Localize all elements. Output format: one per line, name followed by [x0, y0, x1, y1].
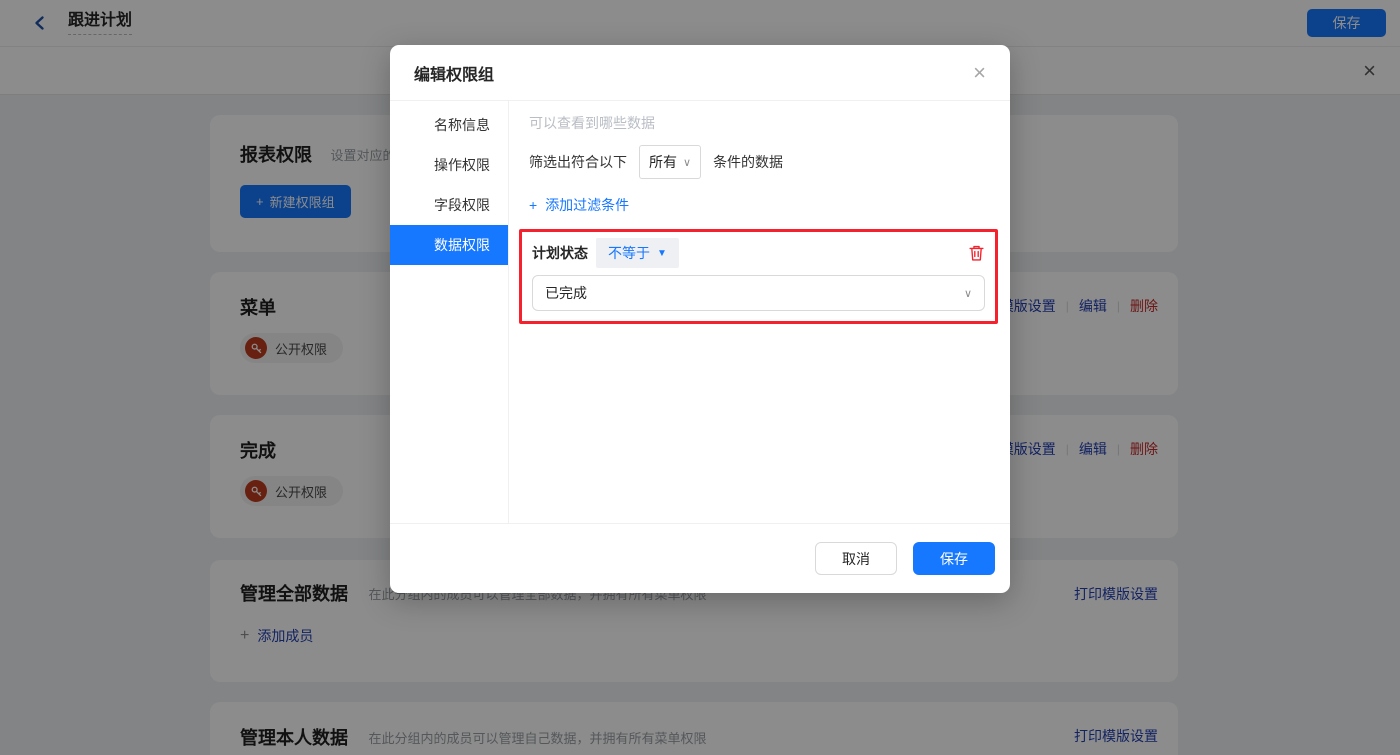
- trash-icon: [968, 244, 985, 262]
- condition-value: 已完成: [545, 283, 587, 303]
- filter-match-row: 筛选出符合以下 所有 ∨ 条件的数据: [529, 145, 990, 179]
- data-permission-panel: 可以查看到哪些数据 筛选出符合以下 所有 ∨ 条件的数据 + 添加过滤条件: [509, 101, 1010, 523]
- modal-close-icon[interactable]: ×: [973, 62, 986, 84]
- tab-data-permission[interactable]: 数据权限: [390, 225, 508, 265]
- tab-field-permission[interactable]: 字段权限: [390, 185, 508, 225]
- add-filter-condition-label: 添加过滤条件: [545, 195, 629, 215]
- chevron-down-icon: ∨: [683, 156, 691, 169]
- condition-value-select[interactable]: 已完成 ∨: [532, 275, 985, 311]
- filter-suffix: 条件的数据: [713, 152, 783, 172]
- edit-permission-group-modal: 编辑权限组 × 名称信息 操作权限 字段权限 数据权限 可以查看到哪些数据 筛选…: [390, 45, 1010, 593]
- plus-icon: +: [529, 197, 537, 213]
- tab-name-info[interactable]: 名称信息: [390, 105, 508, 145]
- modal-title: 编辑权限组: [414, 61, 494, 85]
- match-mode-value: 所有: [649, 152, 677, 172]
- match-mode-select[interactable]: 所有 ∨: [639, 145, 701, 179]
- chevron-down-icon: ∨: [964, 287, 972, 300]
- condition-header-row: 计划状态 不等于 ▼: [532, 238, 985, 268]
- modal-body: 名称信息 操作权限 字段权限 数据权限 可以查看到哪些数据 筛选出符合以下 所有…: [390, 101, 1010, 523]
- condition-operator-select[interactable]: 不等于 ▼: [596, 238, 679, 268]
- filter-prefix: 筛选出符合以下: [529, 152, 627, 172]
- save-button[interactable]: 保存: [913, 542, 995, 575]
- modal-footer: 取消 保存: [390, 523, 1010, 593]
- cancel-button[interactable]: 取消: [815, 542, 897, 575]
- delete-condition-button[interactable]: [968, 244, 985, 262]
- modal-header: 编辑权限组 ×: [390, 45, 1010, 101]
- add-filter-condition-link[interactable]: + 添加过滤条件: [529, 195, 629, 215]
- panel-hint: 可以查看到哪些数据: [529, 113, 990, 133]
- tab-operation-permission[interactable]: 操作权限: [390, 145, 508, 185]
- app-root: 跟进计划 保存 × 报表权限 设置对应的「 + 新建权限组 菜单: [0, 0, 1400, 755]
- condition-operator-value: 不等于: [608, 243, 650, 263]
- condition-field-label: 计划状态: [532, 243, 588, 263]
- modal-tabs: 名称信息 操作权限 字段权限 数据权限: [390, 101, 509, 523]
- condition-box-highlighted: 计划状态 不等于 ▼: [519, 229, 998, 324]
- caret-down-icon: ▼: [657, 248, 667, 259]
